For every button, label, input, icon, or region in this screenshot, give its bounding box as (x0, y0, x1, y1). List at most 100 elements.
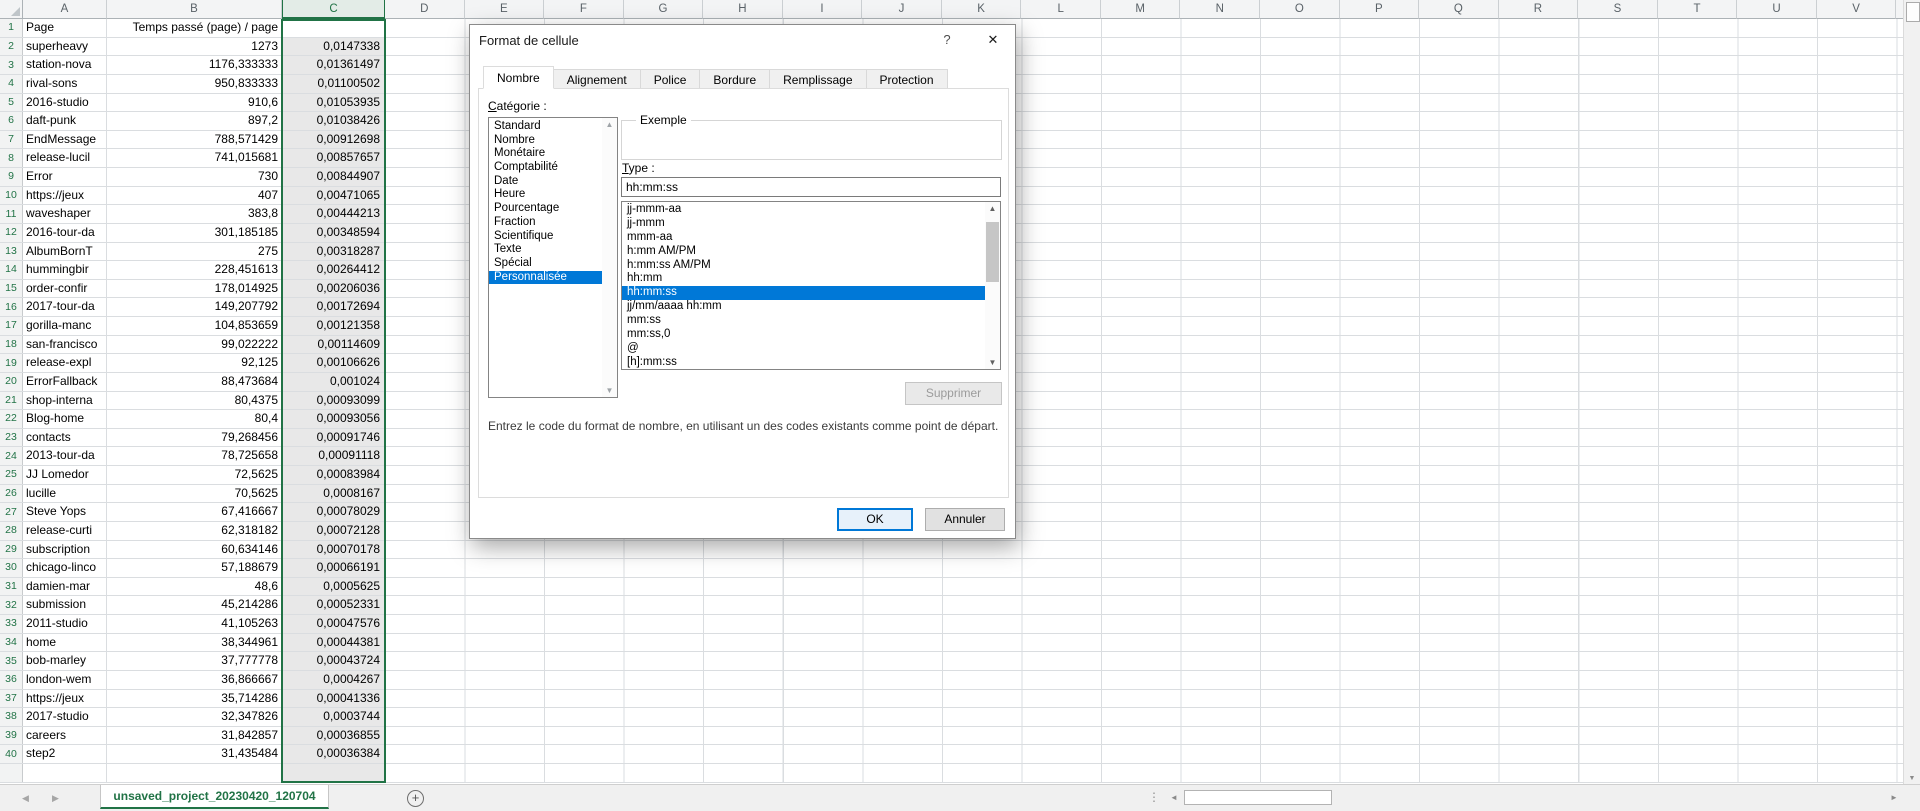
cell-col-a[interactable]: Steve Yops (23, 503, 107, 521)
cell-col-c[interactable]: 0,00066191 (282, 559, 385, 577)
type-item[interactable]: jj-mmm-aa (622, 203, 985, 217)
row-header[interactable]: 9 (0, 168, 23, 186)
cell-col-a[interactable]: bob-marley (23, 652, 107, 670)
cell-col-c[interactable]: 0,00072128 (282, 522, 385, 540)
row-header[interactable]: 28 (0, 522, 23, 540)
select-all-corner[interactable] (0, 0, 23, 19)
cancel-button[interactable]: Annuler (925, 508, 1005, 531)
row-header[interactable]: 36 (0, 671, 23, 689)
delete-button[interactable]: Supprimer (905, 382, 1002, 405)
cell-col-c[interactable]: 0,00047576 (282, 615, 385, 633)
cell-col-a[interactable]: lucille (23, 485, 107, 503)
category-item[interactable]: Comptabilité (489, 161, 602, 175)
cell-col-a[interactable]: contacts (23, 429, 107, 447)
cell-col-a[interactable]: 2011-studio (23, 615, 107, 633)
cell-col-a[interactable]: waveshaper (23, 205, 107, 223)
row-header[interactable]: 37 (0, 690, 23, 708)
cell-col-b[interactable]: 950,833333 (107, 75, 282, 93)
type-item[interactable]: mm:ss (622, 314, 985, 328)
cell-col-c[interactable]: 0,00172694 (282, 298, 385, 316)
ok-button[interactable]: OK (837, 508, 913, 531)
column-header-a[interactable]: A (23, 0, 107, 19)
cell-col-b[interactable]: 741,015681 (107, 149, 282, 167)
type-item[interactable]: h:mm:ss AM/PM (622, 259, 985, 273)
vertical-scrollbar[interactable]: ▼ (1903, 0, 1920, 784)
column-header[interactable]: T (1658, 0, 1738, 19)
category-item[interactable]: Date (489, 175, 602, 189)
vertical-scrollbar-thumb[interactable] (1906, 2, 1920, 22)
cell-col-b[interactable]: 99,022222 (107, 336, 282, 354)
row-header[interactable]: 32 (0, 596, 23, 614)
column-header[interactable]: J (862, 0, 942, 19)
cell-col-c[interactable]: 0,01038426 (282, 112, 385, 130)
scroll-down-icon[interactable]: ▼ (1904, 775, 1920, 782)
dialog-tab[interactable]: Nombre (483, 66, 554, 89)
cell-col-b[interactable]: 38,344961 (107, 634, 282, 652)
cell-col-a[interactable]: ErrorFallback (23, 373, 107, 391)
scroll-up-icon[interactable]: ▲ (602, 120, 617, 129)
category-item[interactable]: Spécial (489, 257, 602, 271)
scroll-up-icon[interactable]: ▲ (985, 204, 1000, 213)
tab-scroll-splitter[interactable]: ⋮ (1148, 790, 1160, 804)
cell-col-a[interactable]: london-wem (23, 671, 107, 689)
row-header[interactable]: 31 (0, 578, 23, 596)
cell-col-c[interactable]: 0,00318287 (282, 243, 385, 261)
cell-col-c[interactable]: 0,00206036 (282, 280, 385, 298)
cell-col-b[interactable]: 910,6 (107, 94, 282, 112)
cell-col-c[interactable]: 0,00078029 (282, 503, 385, 521)
cell-col-b[interactable]: 730 (107, 168, 282, 186)
cell-col-a[interactable]: Blog-home (23, 410, 107, 428)
sheet-nav-right-icon[interactable]: ▶ (52, 793, 59, 804)
cell-col-c[interactable]: 0,00036384 (282, 745, 385, 763)
row-header[interactable]: 18 (0, 336, 23, 354)
category-scrollbar[interactable]: ▲ ▼ (602, 118, 617, 397)
column-header[interactable]: K (942, 0, 1022, 19)
cell-col-b[interactable]: 1273 (107, 38, 282, 56)
cell-col-a[interactable]: home (23, 634, 107, 652)
column-header[interactable]: P (1340, 0, 1420, 19)
cell-col-a[interactable]: https://jeux (23, 690, 107, 708)
cell-col-c[interactable]: 0,0147338 (282, 38, 385, 56)
row-header[interactable]: 19 (0, 354, 23, 372)
cell-col-b[interactable]: 149,207792 (107, 298, 282, 316)
row-header[interactable]: 39 (0, 727, 23, 745)
cell-col-b[interactable]: 88,473684 (107, 373, 282, 391)
dialog-tab[interactable]: Protection (866, 69, 948, 89)
cell-col-c[interactable]: 0,00912698 (282, 131, 385, 149)
type-scrollbar[interactable]: ▲ ▼ (985, 202, 1000, 369)
column-header[interactable]: M (1101, 0, 1181, 19)
cell-col-c[interactable]: 0,001024 (282, 373, 385, 391)
cell-col-a[interactable]: 2017-tour-da (23, 298, 107, 316)
column-header[interactable]: D (385, 0, 465, 19)
row-header[interactable]: 1 (0, 19, 23, 37)
row-header[interactable]: 14 (0, 261, 23, 279)
type-item[interactable]: hh:mm (622, 272, 985, 286)
type-item[interactable]: mmm-aa (622, 231, 985, 245)
column-header[interactable]: L (1021, 0, 1101, 19)
hscroll-left-icon[interactable]: ◄ (1170, 793, 1178, 802)
row-header[interactable]: 5 (0, 94, 23, 112)
cell-col-c[interactable]: 0,0003744 (282, 708, 385, 726)
cell-col-b[interactable]: 80,4375 (107, 392, 282, 410)
cell-col-c[interactable]: 0,00348594 (282, 224, 385, 242)
column-header[interactable]: I (783, 0, 863, 19)
row-header[interactable]: 20 (0, 373, 23, 391)
cell-col-c[interactable]: 0,01100502 (282, 75, 385, 93)
cell-col-c[interactable]: 0,00114609 (282, 336, 385, 354)
column-header[interactable]: F (544, 0, 624, 19)
row-header[interactable]: 30 (0, 559, 23, 577)
cell-col-c[interactable]: 0,00121358 (282, 317, 385, 335)
dialog-tab[interactable]: Remplissage (769, 69, 866, 89)
cell-col-c[interactable]: 0,00264412 (282, 261, 385, 279)
cell-col-a[interactable]: AlbumBornT (23, 243, 107, 261)
type-input[interactable] (621, 177, 1001, 197)
cell-col-c[interactable]: 0,00093099 (282, 392, 385, 410)
cell-col-b[interactable]: 383,8 (107, 205, 282, 223)
cell-col-a[interactable]: rival-sons (23, 75, 107, 93)
dialog-tab[interactable]: Bordure (699, 69, 770, 89)
cell-col-a[interactable]: https://jeux (23, 187, 107, 205)
cell-col-a[interactable]: EndMessage (23, 131, 107, 149)
row-header[interactable]: 17 (0, 317, 23, 335)
row-header[interactable]: 26 (0, 485, 23, 503)
row-header[interactable]: 21 (0, 392, 23, 410)
